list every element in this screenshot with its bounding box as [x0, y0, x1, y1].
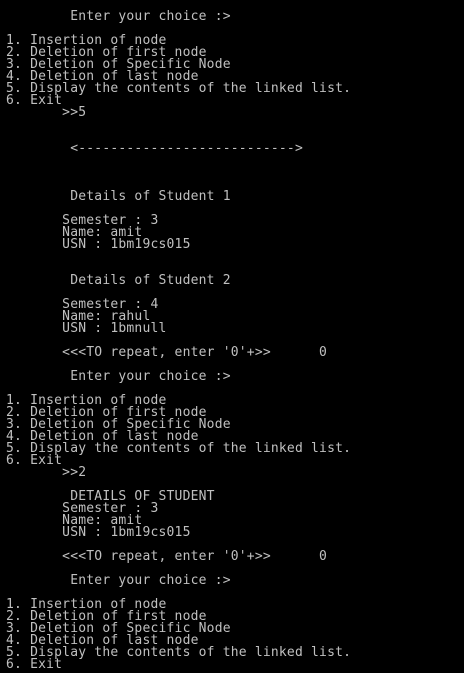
console-line: <<<TO repeat, enter '0'+>> 0: [6, 549, 328, 564]
console-line: USN : 1bm19cs015: [6, 237, 191, 252]
console-line: Details of Student 2: [6, 273, 231, 288]
console-line: >>5: [6, 105, 87, 120]
console-line: Enter your choice :>: [6, 9, 231, 24]
console-line: <--------------------------->: [6, 141, 303, 156]
console-window[interactable]: Enter your choice :> 1. Insertion of node…: [0, 0, 464, 673]
console-line: Enter your choice :>: [6, 369, 231, 384]
console-line: Enter your choice :>: [6, 573, 231, 588]
console-line: 6. Exit: [6, 657, 63, 672]
console-line: USN : 1bm19cs015: [6, 525, 191, 540]
console-line: Details of Student 1: [6, 189, 231, 204]
console-line: USN : 1bmnull: [6, 321, 167, 336]
console-line: <<<TO repeat, enter '0'+>> 0: [6, 345, 328, 360]
console-line: >>2: [6, 465, 87, 480]
